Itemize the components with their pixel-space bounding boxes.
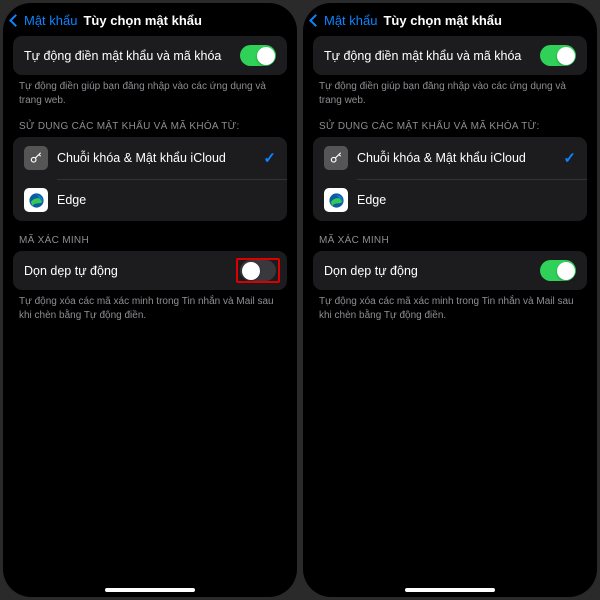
- home-indicator[interactable]: [105, 588, 195, 592]
- sources-group: Chuỗi khóa & Mật khẩu iCloud ✓ Edge: [13, 137, 287, 221]
- cleanup-cell: Dọn dẹp tự động: [13, 251, 287, 290]
- source-keychain[interactable]: Chuỗi khóa & Mật khẩu iCloud ✓: [313, 137, 587, 179]
- source-keychain[interactable]: Chuỗi khóa & Mật khẩu iCloud ✓: [13, 137, 287, 179]
- sources-header: SỬ DỤNG CÁC MẬT KHẨU VÀ MÃ KHÓA TỪ:: [303, 107, 597, 137]
- back-button[interactable]: Mật khẩu: [11, 13, 77, 28]
- autofill-toggle[interactable]: [240, 45, 276, 66]
- edge-label: Edge: [357, 193, 576, 207]
- edge-icon: [24, 188, 48, 212]
- autofill-toggle[interactable]: [540, 45, 576, 66]
- page-title: Tùy chọn mật khẩu: [383, 13, 501, 28]
- back-button[interactable]: Mật khẩu: [311, 13, 377, 28]
- nav-header: Mật khẩu Tùy chọn mật khẩu: [3, 9, 297, 36]
- autofill-cell: Tự động điền mật khẩu và mã khóa: [313, 36, 587, 75]
- keychain-label: Chuỗi khóa & Mật khẩu iCloud: [57, 151, 254, 165]
- cleanup-toggle-on[interactable]: [540, 260, 576, 281]
- verify-header: MÃ XÁC MINH: [3, 221, 297, 251]
- sources-group: Chuỗi khóa & Mật khẩu iCloud ✓ Edge: [313, 137, 587, 221]
- page-title: Tùy chọn mật khẩu: [83, 13, 201, 28]
- verify-footer: Tự động xóa các mã xác minh trong Tin nh…: [3, 290, 297, 322]
- home-indicator[interactable]: [405, 588, 495, 592]
- highlight-box: [236, 258, 280, 283]
- back-label: Mật khẩu: [324, 13, 377, 28]
- phone-right: Mật khẩu Tùy chọn mật khẩu Tự động điền …: [303, 3, 597, 597]
- cleanup-cell: Dọn dẹp tự động: [313, 251, 587, 290]
- keychain-icon: [24, 146, 48, 170]
- autofill-footer: Tự động điền giúp bạn đăng nhập vào các …: [3, 75, 297, 107]
- chevron-left-icon: [309, 14, 322, 27]
- checkmark-icon: ✓: [563, 149, 576, 167]
- phone-left: Mật khẩu Tùy chọn mật khẩu Tự động điền …: [3, 3, 297, 597]
- autofill-label: Tự động điền mật khẩu và mã khóa: [324, 49, 540, 63]
- cleanup-label: Dọn dẹp tự động: [324, 264, 540, 278]
- nav-header: Mật khẩu Tùy chọn mật khẩu: [303, 9, 597, 36]
- verify-footer: Tự động xóa các mã xác minh trong Tin nh…: [303, 290, 597, 322]
- back-label: Mật khẩu: [24, 13, 77, 28]
- autofill-cell: Tự động điền mật khẩu và mã khóa: [13, 36, 287, 75]
- cleanup-label: Dọn dẹp tự động: [24, 264, 236, 278]
- chevron-left-icon: [9, 14, 22, 27]
- keychain-icon: [324, 146, 348, 170]
- edge-icon: [324, 188, 348, 212]
- verify-header: MÃ XÁC MINH: [303, 221, 597, 251]
- edge-label: Edge: [57, 193, 276, 207]
- sources-header: SỬ DỤNG CÁC MẬT KHẨU VÀ MÃ KHÓA TỪ:: [3, 107, 297, 137]
- checkmark-icon: ✓: [263, 149, 276, 167]
- keychain-label: Chuỗi khóa & Mật khẩu iCloud: [357, 151, 554, 165]
- cleanup-toggle-off[interactable]: [240, 260, 276, 281]
- autofill-footer: Tự động điền giúp bạn đăng nhập vào các …: [303, 75, 597, 107]
- autofill-label: Tự động điền mật khẩu và mã khóa: [24, 49, 240, 63]
- source-edge[interactable]: Edge: [313, 179, 587, 221]
- source-edge[interactable]: Edge: [13, 179, 287, 221]
